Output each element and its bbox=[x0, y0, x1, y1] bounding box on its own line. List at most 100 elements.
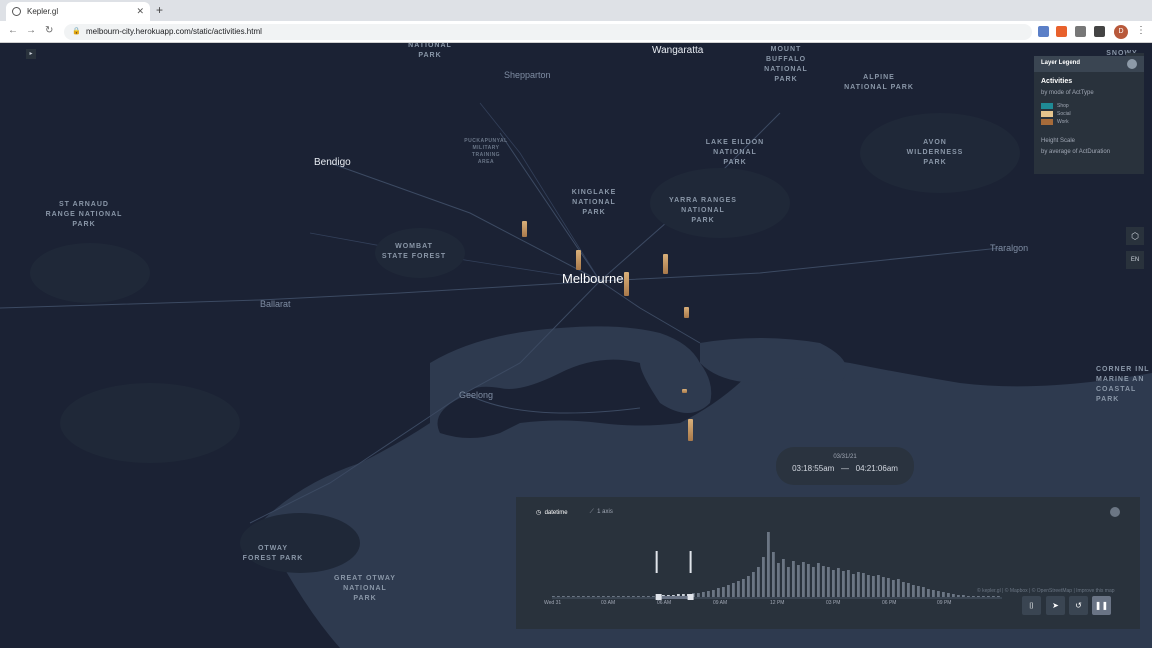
draw-polygon-icon[interactable]: ⬡ bbox=[1126, 227, 1144, 245]
histogram-bar bbox=[797, 565, 800, 597]
histogram-bar bbox=[842, 571, 845, 597]
activity-column[interactable] bbox=[624, 272, 629, 296]
histogram-bar bbox=[577, 596, 580, 597]
histogram-bar bbox=[867, 575, 870, 597]
side-panel-icon[interactable] bbox=[1094, 26, 1105, 37]
histogram-bar bbox=[602, 596, 605, 597]
histogram-bar bbox=[932, 590, 935, 597]
map-place-label: YARRA RANGES NATIONAL PARK bbox=[669, 197, 737, 224]
time-playback-panel: ◷ datetime ⟋ 1 axis Wed 31 03 AM 06 AM 0… bbox=[516, 497, 1140, 629]
histogram-bar bbox=[727, 585, 730, 597]
back-icon[interactable]: ← bbox=[8, 25, 18, 36]
url-text: melbourn-city.herokuapp.com/static/activ… bbox=[86, 27, 262, 36]
reload-icon[interactable]: ↻ bbox=[45, 25, 53, 36]
activity-column[interactable] bbox=[688, 419, 693, 441]
map-place-label: KINGLAKE NATIONAL PARK bbox=[571, 189, 617, 216]
expand-sidebar-button[interactable]: ▸ bbox=[26, 49, 36, 59]
histogram-bar bbox=[952, 594, 955, 597]
browser-toolbar: ← → ↻ 🔒 melbourn-city.herokuapp.com/stat… bbox=[0, 21, 1152, 43]
map-place-label: ST ARNAUD RANGE NATIONAL PARK bbox=[45, 201, 123, 228]
activity-column[interactable] bbox=[522, 221, 527, 237]
histogram-bar bbox=[922, 587, 925, 597]
time-range-date: 03/31/21 bbox=[833, 454, 857, 460]
time-range-start: 03:18:55am bbox=[792, 464, 835, 473]
map-place-label: PUCKAPUNYAL MILITARY TRAINING AREA bbox=[464, 138, 508, 165]
activity-column[interactable] bbox=[682, 389, 687, 393]
histogram-bar bbox=[892, 580, 895, 597]
histogram-bar bbox=[987, 596, 990, 597]
time-axis-track[interactable] bbox=[552, 597, 1002, 599]
activity-column[interactable] bbox=[576, 250, 581, 270]
time-axis-label: 06 AM bbox=[657, 600, 672, 606]
extension-icon[interactable] bbox=[1056, 26, 1067, 37]
address-bar[interactable]: 🔒 melbourn-city.herokuapp.com/static/act… bbox=[64, 24, 1032, 40]
histogram-bar bbox=[597, 596, 600, 597]
legend-header: Layer Legend bbox=[1034, 56, 1144, 72]
histogram-bar bbox=[747, 576, 750, 597]
histogram-bar bbox=[832, 570, 835, 597]
histogram-bar bbox=[587, 596, 590, 597]
histogram-bar bbox=[837, 568, 840, 597]
language-button[interactable]: EN bbox=[1126, 251, 1144, 269]
histogram-bar bbox=[572, 596, 575, 597]
window-mode-button[interactable]: ⌷ bbox=[1022, 596, 1041, 615]
histogram-bar bbox=[702, 592, 705, 597]
legend-close-icon[interactable] bbox=[1127, 59, 1137, 69]
forward-icon[interactable]: → bbox=[26, 25, 36, 36]
time-range-display: 03/31/21 03:18:55am — 04:21:06am bbox=[776, 447, 914, 485]
reset-button[interactable]: ↺ bbox=[1069, 596, 1088, 615]
histogram-bar bbox=[777, 563, 780, 597]
histogram-bar bbox=[912, 585, 915, 597]
legend-item: Shop bbox=[1041, 102, 1137, 110]
map-place-label: WOMBAT STATE FOREST bbox=[381, 243, 447, 260]
histogram-bar bbox=[902, 582, 905, 597]
range-end-handle[interactable] bbox=[687, 594, 694, 600]
legend-height-scale: Height Scale bbox=[1041, 138, 1076, 144]
histogram-bar bbox=[557, 596, 560, 597]
time-selection-brush[interactable] bbox=[658, 596, 691, 599]
close-tab-icon[interactable]: ✕ bbox=[136, 6, 144, 17]
new-tab-button[interactable]: + bbox=[156, 3, 163, 17]
menu-icon[interactable]: ⋮ bbox=[1136, 25, 1146, 36]
legend-height-by: by average of ActDuration bbox=[1041, 149, 1111, 155]
histogram-bar bbox=[592, 596, 595, 597]
histogram-bar bbox=[817, 563, 820, 597]
histogram-bar bbox=[982, 596, 985, 597]
speed-button[interactable]: ➤ bbox=[1046, 596, 1065, 615]
histogram-bar bbox=[887, 578, 890, 597]
histogram-bar bbox=[897, 579, 900, 597]
histogram-bar bbox=[957, 595, 960, 597]
profile-avatar[interactable]: D bbox=[1114, 25, 1128, 39]
histogram-bar bbox=[917, 586, 920, 597]
histogram-bar bbox=[822, 566, 825, 597]
histogram-bar bbox=[782, 559, 785, 597]
brush-right-edge[interactable] bbox=[689, 551, 692, 573]
activity-column[interactable] bbox=[663, 254, 668, 274]
histogram-bar bbox=[607, 596, 610, 597]
legend-color-by: by mode of ActType bbox=[1041, 90, 1094, 96]
time-axis-label: 06 PM bbox=[882, 600, 897, 606]
map-attribution: © kepler.gl | © Mapbox | © OpenStreetMap… bbox=[977, 588, 1115, 594]
histogram-bar bbox=[612, 596, 615, 597]
histogram-bar bbox=[872, 576, 875, 597]
histogram-bar bbox=[757, 567, 760, 597]
map-city-label: Ballarat bbox=[260, 299, 291, 309]
map-city-label: Traralgon bbox=[990, 243, 1029, 253]
pause-button[interactable]: ❚❚ bbox=[1092, 596, 1111, 615]
activity-column[interactable] bbox=[684, 307, 689, 318]
histogram-bar bbox=[772, 552, 775, 597]
histogram-bar bbox=[852, 574, 855, 597]
brush-left-edge[interactable] bbox=[655, 551, 658, 573]
histogram-bar bbox=[622, 596, 625, 597]
map-place-label: ALPINE NATIONAL PARK bbox=[844, 74, 914, 91]
histogram-bar bbox=[857, 572, 860, 597]
extensions-puzzle-icon[interactable] bbox=[1075, 26, 1086, 37]
map-place-label: MOUNT BUFFALO NATIONAL PARK bbox=[764, 46, 808, 83]
histogram-bar bbox=[807, 564, 810, 597]
time-axis-label: 03 AM bbox=[601, 600, 616, 606]
extension-icon[interactable] bbox=[1038, 26, 1049, 37]
browser-tab[interactable]: Kepler.gl ✕ bbox=[6, 2, 150, 21]
histogram-bar bbox=[977, 596, 980, 597]
histogram-bar bbox=[732, 583, 735, 597]
map-place-label: LAKE EILDON NATIONAL PARK bbox=[705, 139, 765, 166]
